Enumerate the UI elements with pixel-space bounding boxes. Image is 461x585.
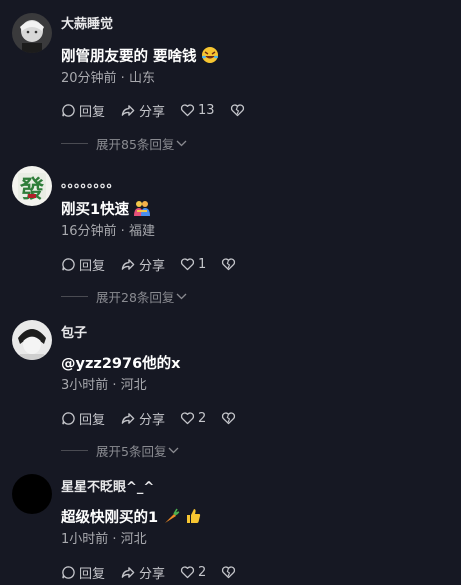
dislike-button[interactable]	[221, 257, 239, 271]
comment-text: @yzz2976他的x	[61, 356, 181, 372]
like-button[interactable]: 13	[180, 103, 215, 118]
heart-icon	[180, 258, 195, 271]
share-icon	[121, 104, 135, 116]
broken-heart-icon	[230, 104, 244, 117]
reply-button[interactable]: 回复	[61, 255, 105, 274]
expand-replies-button[interactable]: 展开5条回复	[61, 441, 179, 459]
reply-icon	[62, 565, 75, 579]
share-button[interactable]: 分享	[120, 101, 165, 120]
chevron-down-icon	[168, 447, 179, 454]
avatar[interactable]	[12, 474, 52, 514]
comment-content: 刚管朋友要的 要啥钱	[61, 46, 219, 71]
share-button[interactable]: 分享	[120, 255, 165, 274]
like-count: 2	[198, 410, 207, 426]
reply-label: 回复	[79, 104, 106, 120]
broken-heart-icon	[222, 412, 236, 425]
share-icon	[121, 566, 135, 578]
chevron-down-icon	[176, 293, 187, 300]
expand-label: 展开28条回复	[96, 289, 175, 305]
expand-replies-button[interactable]: 展开85条回复	[61, 134, 187, 152]
heart-icon	[180, 412, 195, 425]
heart-icon	[180, 566, 195, 579]
reply-icon	[62, 257, 75, 271]
dislike-button[interactable]	[221, 411, 239, 425]
comment-actions: 回复 分享 1	[61, 254, 254, 274]
dislike-button[interactable]	[230, 103, 248, 117]
divider-line	[61, 142, 88, 144]
avatar[interactable]	[12, 320, 52, 360]
comment-content: 刚买1快速	[61, 199, 151, 224]
comment-username[interactable]: 包子	[61, 325, 87, 343]
like-count: 13	[198, 102, 215, 118]
comment-text: 超级快刚买的1	[61, 510, 159, 526]
carrot-icon	[162, 507, 180, 532]
comment-meta: 20分钟前 · 山东	[61, 71, 155, 86]
share-button[interactable]: 分享	[120, 409, 165, 428]
expand-label: 展开5条回复	[96, 443, 167, 459]
avatar[interactable]	[12, 13, 52, 53]
like-count: 2	[198, 564, 207, 580]
share-icon	[121, 412, 135, 424]
thumbs-up-icon	[184, 507, 202, 532]
comment-text: 刚管朋友要的 要啥钱	[61, 49, 197, 65]
comment-username[interactable]: 。。。。。。。。	[61, 175, 120, 193]
reply-label: 回复	[79, 566, 106, 582]
dislike-button[interactable]	[221, 565, 239, 579]
share-label: 分享	[139, 412, 166, 428]
reply-label: 回复	[79, 258, 106, 274]
share-label: 分享	[139, 566, 166, 582]
reply-icon	[62, 411, 75, 425]
comment-actions: 回复 分享 2	[61, 408, 254, 428]
comment-text: 刚买1快速	[61, 202, 130, 218]
comment-username[interactable]: 星星不眨眼^_^	[61, 479, 154, 497]
comment-meta: 16分钟前 · 福建	[61, 224, 155, 239]
share-button[interactable]: 分享	[120, 563, 165, 582]
rofl-emoji-icon	[201, 46, 219, 71]
share-label: 分享	[139, 258, 166, 274]
share-icon	[121, 258, 135, 270]
comment-content: @yzz2976他的x	[61, 353, 181, 375]
comment-actions: 回复 分享 13	[61, 100, 263, 120]
like-button[interactable]: 1	[180, 257, 206, 272]
broken-heart-icon	[222, 258, 236, 271]
reply-button[interactable]: 回复	[61, 563, 105, 582]
comment-meta: 3小时前 · 河北	[61, 378, 147, 393]
like-button[interactable]: 2	[180, 411, 206, 426]
comment-actions: 回复 分享 2	[61, 562, 254, 582]
comment-username[interactable]: 大蒜睡觉	[61, 16, 113, 34]
chevron-down-icon	[176, 140, 187, 147]
share-label: 分享	[139, 104, 166, 120]
reply-button[interactable]: 回复	[61, 409, 105, 428]
divider-line	[61, 449, 88, 451]
like-button[interactable]: 2	[180, 565, 206, 580]
reply-label: 回复	[79, 412, 106, 428]
comment-meta: 1小时前 · 河北	[61, 532, 147, 547]
hugging-people-emoji-icon	[133, 199, 151, 224]
reply-icon	[62, 103, 75, 117]
broken-heart-icon	[222, 566, 236, 579]
like-count: 1	[198, 256, 207, 272]
svg-text:發: 發	[19, 175, 44, 203]
expand-label: 展开85条回复	[96, 136, 175, 152]
divider-line	[61, 295, 88, 297]
reply-button[interactable]: 回复	[61, 101, 105, 120]
comment-content: 超级快刚买的1	[61, 507, 202, 532]
expand-replies-button[interactable]: 展开28条回复	[61, 287, 187, 305]
heart-icon	[180, 104, 195, 117]
avatar[interactable]: 發	[12, 166, 52, 206]
